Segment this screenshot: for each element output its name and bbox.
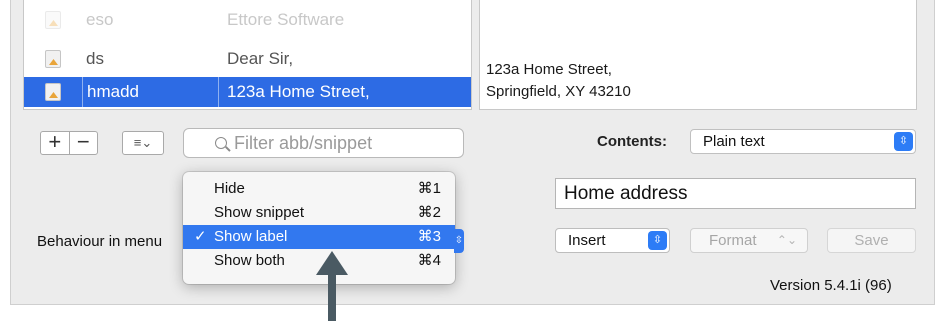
menu-item-hide[interactable]: Hide ⌘1 — [183, 177, 455, 201]
label-name-field[interactable]: Home address — [555, 178, 916, 209]
table-row-selected[interactable]: hmadd 123a Home Street, — [24, 77, 471, 107]
menu-item-shortcut: ⌘4 — [417, 252, 441, 269]
updown-stepper-icon: ⇳ — [894, 132, 913, 151]
updown-stepper-icon: ⇳ — [648, 231, 667, 250]
abbreviation-cell: ds — [86, 49, 104, 68]
chevron-updown-icon[interactable]: ⇳ — [454, 229, 464, 253]
menu-item-label: Show snippet — [214, 204, 305, 221]
menu-item-label: Show label — [214, 228, 288, 245]
menu-item-shortcut: ⌘2 — [417, 204, 441, 221]
menu-item-shortcut: ⌘1 — [417, 180, 441, 197]
filter-search-field[interactable]: Filter abb/snippet — [183, 128, 464, 158]
snippet-cell: Dear Sir, — [227, 49, 294, 68]
snippet-preview[interactable]: 123a Home Street, Springfield, XY 43210 — [479, 0, 917, 110]
abbreviation-cell: eso — [86, 10, 114, 29]
snippet-cell: 123a Home Street, — [227, 82, 370, 101]
save-button[interactable]: Save — [827, 228, 916, 253]
menu-item-label: Show both — [214, 252, 285, 269]
search-icon — [215, 137, 227, 149]
format-value: Format — [709, 232, 757, 249]
insert-value: Insert — [568, 232, 606, 249]
preview-line: Springfield, XY 43210 — [486, 83, 631, 100]
background-strip — [0, 305, 937, 321]
abbreviation-cell: hmadd — [82, 77, 219, 107]
snippet-cell: Ettore Software — [227, 10, 345, 29]
menu-item-show-label[interactable]: ✓ Show label ⌘3 — [183, 225, 455, 249]
menu-item-show-snippet[interactable]: Show snippet ⌘2 — [183, 201, 455, 225]
document-icon-cell — [24, 83, 82, 101]
filter-placeholder: Filter abb/snippet — [234, 132, 373, 153]
updown-stepper-icon: ⌃⌄ — [776, 233, 797, 247]
insert-select[interactable]: Insert ⇳ — [555, 228, 670, 253]
document-icon-cell — [24, 50, 82, 68]
preview-line: 123a Home Street, — [486, 61, 612, 78]
document-icon — [45, 11, 61, 29]
remove-button[interactable]: − — [68, 131, 98, 154]
contents-select[interactable]: Plain text ⇳ — [690, 129, 916, 154]
add-button[interactable]: + — [41, 131, 69, 154]
contents-value: Plain text — [703, 133, 765, 150]
document-icon-cell — [24, 11, 82, 29]
behaviour-in-menu-label: Behaviour in menu — [37, 233, 163, 250]
checkmark-icon: ✓ — [194, 228, 207, 245]
contents-label: Contents: — [597, 133, 667, 150]
arrow-annotation — [316, 251, 348, 275]
version-text: Version 5.4.1i (96) — [770, 277, 892, 294]
add-remove-group: + − — [40, 131, 98, 155]
menu-item-shortcut: ⌘3 — [417, 228, 441, 245]
document-icon — [45, 83, 61, 101]
snippet-table[interactable]: eso Ettore Software ds Dear Sir, hmadd 1… — [23, 0, 472, 110]
arrow-annotation-shaft — [328, 273, 336, 321]
menu-item-label: Hide — [214, 180, 245, 197]
table-row[interactable]: ds Dear Sir, — [24, 44, 471, 74]
list-menu-button[interactable]: ≡⌄ — [122, 131, 164, 155]
document-icon — [45, 50, 61, 68]
table-row[interactable]: eso Ettore Software — [24, 5, 471, 35]
format-select[interactable]: Format ⌃⌄ — [690, 228, 808, 253]
